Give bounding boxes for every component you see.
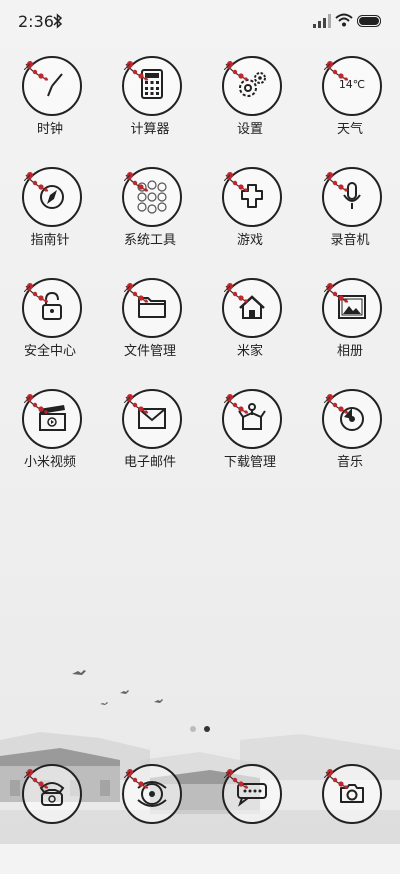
app-compass[interactable]: 指南针 (0, 167, 100, 277)
app-label: 时钟 (36, 122, 63, 137)
plum-blossom-icon (324, 172, 333, 181)
app-label: 安全中心 (23, 344, 76, 359)
app-mi-home[interactable]: 米家 (200, 278, 300, 388)
plum-blossom-icon (324, 61, 333, 70)
plum-blossom-icon (224, 769, 233, 778)
app-game[interactable]: 游戏 (200, 167, 300, 277)
app-icon-ring (122, 56, 182, 116)
app-icon-ring (22, 764, 82, 824)
battery-icon (357, 15, 381, 27)
app-icon-ring (222, 167, 282, 227)
plum-blossom-icon (24, 172, 33, 181)
app-label: 录音机 (330, 233, 370, 248)
plum-blossom-icon (224, 172, 233, 181)
plum-blossom-icon (124, 769, 133, 778)
app-icon-ring (222, 278, 282, 338)
dock-camera[interactable] (300, 764, 400, 874)
app-icon-ring (22, 389, 82, 449)
app-label: 系统工具 (123, 233, 176, 248)
app-weather[interactable]: 14℃ 天气 (300, 56, 400, 166)
app-gallery[interactable]: 相册 (300, 278, 400, 388)
plum-blossom-icon (224, 283, 233, 292)
plum-blossom-icon (24, 769, 33, 778)
app-downloads[interactable]: 下载管理 (200, 389, 300, 499)
app-icon-ring (322, 278, 382, 338)
app-file-manager[interactable]: 文件管理 (100, 278, 200, 388)
app-icon-ring (322, 764, 382, 824)
app-icon-ring (222, 764, 282, 824)
app-icon-ring: 14℃ (322, 56, 382, 116)
page-dot-active[interactable] (204, 726, 210, 732)
app-music[interactable]: 音乐 (300, 389, 400, 499)
app-label: 音乐 (336, 455, 363, 470)
app-settings[interactable]: 设置 (200, 56, 300, 166)
plum-blossom-icon (324, 283, 333, 292)
dock-browser[interactable] (100, 764, 200, 874)
app-icon-ring (322, 389, 382, 449)
app-label: 设置 (236, 122, 263, 137)
app-label: 指南针 (30, 233, 70, 248)
app-security[interactable]: 安全中心 (0, 278, 100, 388)
app-label: 相册 (336, 344, 363, 359)
app-label: 下载管理 (223, 455, 276, 470)
app-recorder[interactable]: 录音机 (300, 167, 400, 277)
plum-blossom-icon (324, 769, 333, 778)
dock-messages[interactable] (200, 764, 300, 874)
app-label: 电子邮件 (123, 455, 176, 470)
app-icon-ring (322, 167, 382, 227)
app-mi-video[interactable]: 小米视频 (0, 389, 100, 499)
plum-blossom-icon (124, 283, 133, 292)
app-icon-ring (22, 56, 82, 116)
app-system-tools[interactable]: 系统工具 (100, 167, 200, 277)
plum-blossom-icon (224, 394, 233, 403)
plum-blossom-icon (24, 283, 33, 292)
app-icon-ring (122, 389, 182, 449)
app-icon-ring (222, 56, 282, 116)
plum-blossom-icon (224, 61, 233, 70)
app-label: 天气 (336, 122, 363, 137)
app-email[interactable]: 电子邮件 (100, 389, 200, 499)
status-bar: 2:36 (0, 0, 400, 44)
plum-blossom-icon (124, 394, 133, 403)
plum-blossom-icon (24, 394, 33, 403)
app-calculator[interactable]: 计算器 (100, 56, 200, 166)
plum-blossom-icon (124, 61, 133, 70)
dock-phone[interactable] (0, 764, 100, 874)
app-label: 文件管理 (123, 344, 176, 359)
status-time: 2:36 (18, 12, 54, 31)
app-clock[interactable]: 时钟 (0, 56, 100, 166)
app-icon-ring (122, 278, 182, 338)
app-icon-ring (222, 389, 282, 449)
app-label: 计算器 (130, 122, 170, 137)
wifi-icon (335, 13, 353, 27)
app-label: 小米视频 (23, 455, 76, 470)
app-icon-ring (22, 278, 82, 338)
app-label: 游戏 (236, 233, 263, 248)
app-icon-ring (122, 167, 182, 227)
signal-icon (313, 14, 331, 28)
app-icon-ring (122, 764, 182, 824)
plum-blossom-icon (24, 61, 33, 70)
app-label: 米家 (236, 344, 263, 359)
plum-blossom-icon (124, 172, 133, 181)
dock (0, 760, 400, 844)
page-indicator (0, 726, 400, 736)
plum-blossom-icon (324, 394, 333, 403)
page-dot[interactable] (190, 726, 196, 732)
app-icon-ring (22, 167, 82, 227)
bluetooth-icon (53, 13, 63, 29)
